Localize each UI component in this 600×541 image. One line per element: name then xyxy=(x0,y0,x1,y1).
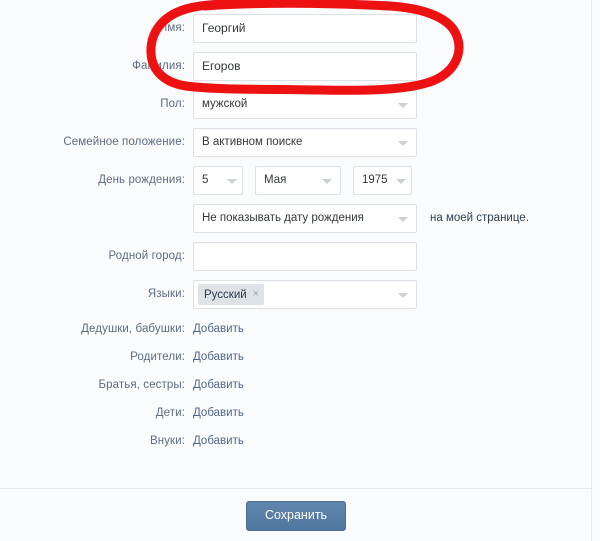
field-area-gender: мужской xyxy=(193,90,592,119)
field-area-birthday-visibility: Не показывать дату рождения на моей стра… xyxy=(193,204,592,233)
field-row-grandchildren: Внуки: Добавить xyxy=(0,430,592,455)
birthday-group: 5 Мая 1975 xyxy=(193,166,592,195)
field-area-grandparents: Добавить xyxy=(193,318,592,340)
chevron-down-icon xyxy=(398,216,408,222)
field-area-parents: Добавить xyxy=(193,346,592,368)
birthday-visibility-select[interactable]: Не показывать дату рождения xyxy=(193,204,417,233)
languages-select[interactable]: Русский × xyxy=(193,280,417,309)
field-row-parents: Родители: Добавить xyxy=(0,346,592,371)
birthday-year-select[interactable]: 1975 xyxy=(353,166,412,195)
chevron-down-icon xyxy=(227,178,237,184)
label-grandchildren: Внуки: xyxy=(149,435,185,447)
footer-divider xyxy=(0,488,592,489)
field-row-languages: Языки: Русский × xyxy=(0,280,592,310)
field-row-first-name: Имя: Георгий xyxy=(0,14,592,44)
add-siblings-link[interactable]: Добавить xyxy=(193,379,244,391)
field-row-gender: Пол: мужской xyxy=(0,90,592,120)
field-area-relationship: В активном поиске xyxy=(193,128,592,157)
save-button[interactable]: Сохранить xyxy=(245,501,347,531)
field-area-birthday: 5 Мая 1975 xyxy=(193,166,592,195)
field-row-birthday-visibility: Не показывать дату рождения на моей стра… xyxy=(0,204,592,234)
first-name-input[interactable]: Георгий xyxy=(193,14,417,43)
label-gender: Пол: xyxy=(160,98,185,110)
chevron-down-icon xyxy=(398,140,408,146)
field-row-grandparents: Дедушки, бабушки: Добавить xyxy=(0,318,592,343)
chevron-down-icon xyxy=(398,292,408,298)
field-row-siblings: Братья, сестры: Добавить xyxy=(0,374,592,399)
profile-edit-page: Имя: Георгий Фамилия: Егоров Пол: мужско… xyxy=(0,0,600,541)
label-hometown: Родной город: xyxy=(108,250,185,262)
birthday-month-select[interactable]: Мая xyxy=(255,166,341,195)
add-children-link[interactable]: Добавить xyxy=(193,407,244,419)
chevron-down-icon xyxy=(322,178,332,184)
gender-select[interactable]: мужской xyxy=(193,90,417,119)
field-area-children: Добавить xyxy=(193,402,592,424)
relationship-select[interactable]: В активном поиске xyxy=(193,128,417,157)
close-icon[interactable]: × xyxy=(253,289,259,300)
chevron-down-icon xyxy=(398,102,408,108)
field-row-last-name: Фамилия: Егоров xyxy=(0,52,592,82)
label-parents: Родители: xyxy=(130,351,185,363)
birthday-month-value: Мая xyxy=(264,174,287,186)
birthday-day-select[interactable]: 5 xyxy=(193,166,243,195)
field-area-last-name: Егоров xyxy=(193,52,592,81)
field-area-siblings: Добавить xyxy=(193,374,592,396)
chevron-down-icon xyxy=(396,178,406,184)
save-button-container: Сохранить xyxy=(0,501,592,531)
relationship-select-value: В активном поиске xyxy=(202,136,303,148)
field-row-birthday: День рождения: 5 Мая 1975 xyxy=(0,166,592,196)
add-parents-link[interactable]: Добавить xyxy=(193,351,244,363)
label-birthday: День рождения: xyxy=(98,174,185,186)
label-languages: Языки: xyxy=(147,288,185,300)
birthday-day-value: 5 xyxy=(202,174,209,186)
field-row-children: Дети: Добавить xyxy=(0,402,592,427)
language-tag[interactable]: Русский × xyxy=(198,284,265,305)
hometown-input[interactable] xyxy=(193,242,417,271)
label-last-name: Фамилия: xyxy=(132,60,185,72)
label-relationship: Семейное положение: xyxy=(63,136,185,148)
field-area-grandchildren: Добавить xyxy=(193,430,592,452)
label-children: Дети: xyxy=(155,407,185,419)
profile-edit-form: Имя: Георгий Фамилия: Егоров Пол: мужско… xyxy=(0,0,592,531)
label-grandparents: Дедушки, бабушки: xyxy=(81,323,185,335)
field-row-relationship: Семейное положение: В активном поиске xyxy=(0,128,592,158)
add-grandchildren-link[interactable]: Добавить xyxy=(193,435,244,447)
gender-select-value: мужской xyxy=(202,98,248,110)
field-row-hometown: Родной город: xyxy=(0,242,592,272)
add-grandparents-link[interactable]: Добавить xyxy=(193,323,244,335)
birthday-visibility-value: Не показывать дату рождения xyxy=(202,212,364,224)
field-area-first-name: Георгий xyxy=(193,14,592,43)
birthday-visibility-note: на моей странице. xyxy=(430,212,529,224)
label-siblings: Братья, сестры: xyxy=(98,379,185,391)
last-name-input[interactable]: Егоров xyxy=(193,52,417,81)
birthday-year-value: 1975 xyxy=(362,174,388,186)
field-area-hometown xyxy=(193,242,592,271)
label-first-name: Имя: xyxy=(159,22,185,34)
birthday-visibility-row: Не показывать дату рождения на моей стра… xyxy=(193,204,592,233)
field-area-languages: Русский × xyxy=(193,280,592,309)
language-tag-label: Русский xyxy=(204,288,247,301)
